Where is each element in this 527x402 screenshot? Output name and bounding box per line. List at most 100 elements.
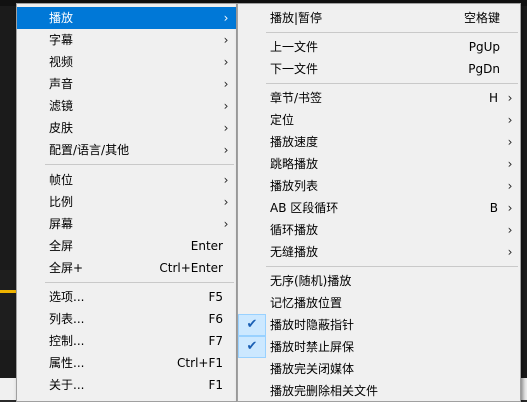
menu-item-seek[interactable]: 定位 › <box>238 109 520 131</box>
chevron-right-icon: › <box>223 173 229 187</box>
menu-item-shuffle[interactable]: 无序(随机)播放 <box>238 270 520 292</box>
menu-item-label: 循环播放 <box>270 223 319 237</box>
menu-item-label: 播放速度 <box>270 135 319 149</box>
menu-item-fullscreen[interactable]: 全屏 Enter <box>17 235 236 257</box>
menu-item-shortcut: B <box>489 201 498 215</box>
menu-item-label: 播放|暂停 <box>270 11 323 25</box>
menu-item-prev-file[interactable]: 上一文件 PgUp <box>238 36 520 58</box>
menu-item-shortcut: H <box>488 91 498 105</box>
menu-item-ab-loop[interactable]: AB 区段循环 B › <box>238 197 520 219</box>
chevron-right-icon: › <box>223 143 229 157</box>
menu-item-label: 比例 <box>49 195 74 209</box>
menu-item-label: 字幕 <box>49 33 74 47</box>
menu-item-shortcut: F1 <box>208 378 223 392</box>
checkmark-icon: ✔ <box>238 336 266 358</box>
menu-item-label: 关于... <box>49 378 85 392</box>
menu-item-label: 屏幕 <box>49 217 74 231</box>
menu-item-shortcut: PgUp <box>468 40 500 54</box>
menu-item-subtitles[interactable]: 字幕 › <box>17 29 236 51</box>
menu-item-label: 全屏+ <box>49 261 84 275</box>
context-menu-play: 播放|暂停 空格键 上一文件 PgUp 下一文件 PgDn 章节/书签 H › … <box>237 3 521 402</box>
menu-item-control[interactable]: 控制... F7 <box>17 330 236 352</box>
chevron-right-icon: › <box>507 201 513 215</box>
menu-separator <box>266 83 518 84</box>
chevron-right-icon: › <box>223 121 229 135</box>
menu-item-shortcut: 空格键 <box>463 11 500 25</box>
menu-item-label: 无序(随机)播放 <box>270 274 352 288</box>
chevron-right-icon: › <box>223 195 229 209</box>
menu-item-chapters[interactable]: 章节/书签 H › <box>238 87 520 109</box>
menu-separator <box>45 164 234 165</box>
menu-item-ratio[interactable]: 比例 › <box>17 191 236 213</box>
checkmark-icon: ✔ <box>238 314 266 336</box>
menu-item-shortcut: F6 <box>208 312 223 326</box>
menu-item-shortcut: Enter <box>190 239 223 253</box>
chevron-right-icon: › <box>507 113 513 127</box>
menu-item-options[interactable]: 选项... F5 <box>17 286 236 308</box>
menu-item-hide-pointer[interactable]: ✔ 播放时隐蔽指针 <box>238 314 520 336</box>
menu-item-label: AB 区段循环 <box>270 201 339 215</box>
menu-item-label: 播放 <box>49 11 74 25</box>
chevron-right-icon: › <box>223 33 229 47</box>
menu-item-speed[interactable]: 播放速度 › <box>238 131 520 153</box>
menu-item-shortcut: PgDn <box>468 62 500 76</box>
menu-item-gapless[interactable]: 无缝播放 › <box>238 241 520 263</box>
menu-item-label: 全屏 <box>49 239 74 253</box>
menu-item-audio[interactable]: 声音 › <box>17 73 236 95</box>
menu-item-skins[interactable]: 皮肤 › <box>17 117 236 139</box>
menu-separator <box>266 266 518 267</box>
menu-item-shortcut: F7 <box>208 334 223 348</box>
menu-item-playlist-sub[interactable]: 播放列表 › <box>238 175 520 197</box>
menu-item-filters[interactable]: 滤镜 › <box>17 95 236 117</box>
menu-item-label: 列表... <box>49 312 85 326</box>
menu-item-skip[interactable]: 跳略播放 › <box>238 153 520 175</box>
chevron-right-icon: › <box>507 223 513 237</box>
menu-item-screen[interactable]: 屏幕 › <box>17 213 236 235</box>
menu-item-label: 控制... <box>49 334 85 348</box>
menu-item-shortcut: Ctrl+F1 <box>177 356 223 370</box>
chevron-right-icon: › <box>507 179 513 193</box>
menu-item-video[interactable]: 视频 › <box>17 51 236 73</box>
menu-item-play[interactable]: 播放 › <box>17 7 236 29</box>
chevron-right-icon: › <box>223 77 229 91</box>
menu-item-label: 帧位 <box>49 173 74 187</box>
menu-item-properties[interactable]: 属性... Ctrl+F1 <box>17 352 236 374</box>
menu-item-label: 上一文件 <box>270 40 319 54</box>
menu-item-remember-position[interactable]: 记忆播放位置 <box>238 292 520 314</box>
menu-item-label: 播放完删除相关文件 <box>270 384 379 398</box>
chevron-right-icon: › <box>507 135 513 149</box>
chevron-right-icon: › <box>223 217 229 231</box>
menu-item-label: 播放时禁止屏保 <box>270 340 355 354</box>
menu-item-label: 播放列表 <box>270 179 319 193</box>
chevron-right-icon: › <box>507 157 513 171</box>
chevron-right-icon: › <box>223 55 229 69</box>
chevron-right-icon: › <box>507 91 513 105</box>
context-menu-main: 播放 › 字幕 › 视频 › 声音 › 滤镜 › 皮肤 › 配置/语言/其他 ›… <box>16 3 237 402</box>
menu-item-label: 无缝播放 <box>270 245 319 259</box>
menu-item-label: 属性... <box>49 356 85 370</box>
menu-item-playlist[interactable]: 列表... F6 <box>17 308 236 330</box>
menu-item-label: 下一文件 <box>270 62 319 76</box>
menu-item-shortcut: F5 <box>208 290 223 304</box>
menu-item-config[interactable]: 配置/语言/其他 › <box>17 139 236 161</box>
menu-item-label: 滤镜 <box>49 99 74 113</box>
menu-item-delete-after[interactable]: 播放完删除相关文件 <box>238 380 520 402</box>
menu-item-frame[interactable]: 帧位 › <box>17 169 236 191</box>
menu-separator <box>45 282 234 283</box>
menu-item-label: 皮肤 <box>49 121 74 135</box>
menu-item-label: 视频 <box>49 55 74 69</box>
menu-item-label: 声音 <box>49 77 74 91</box>
menu-item-label: 播放时隐蔽指针 <box>270 318 355 332</box>
menu-item-label: 章节/书签 <box>270 91 323 105</box>
chevron-right-icon: › <box>223 11 229 25</box>
menu-item-about[interactable]: 关于... F1 <box>17 374 236 396</box>
chevron-right-icon: › <box>507 245 513 259</box>
menu-item-block-screensaver[interactable]: ✔ 播放时禁止屏保 <box>238 336 520 358</box>
menu-item-play-pause[interactable]: 播放|暂停 空格键 <box>238 7 520 29</box>
menu-separator <box>266 32 518 33</box>
menu-item-next-file[interactable]: 下一文件 PgDn <box>238 58 520 80</box>
menu-item-label: 跳略播放 <box>270 157 319 171</box>
menu-item-fullscreen-plus[interactable]: 全屏+ Ctrl+Enter <box>17 257 236 279</box>
menu-item-close-after[interactable]: 播放完关闭媒体 <box>238 358 520 380</box>
menu-item-loop[interactable]: 循环播放 › <box>238 219 520 241</box>
